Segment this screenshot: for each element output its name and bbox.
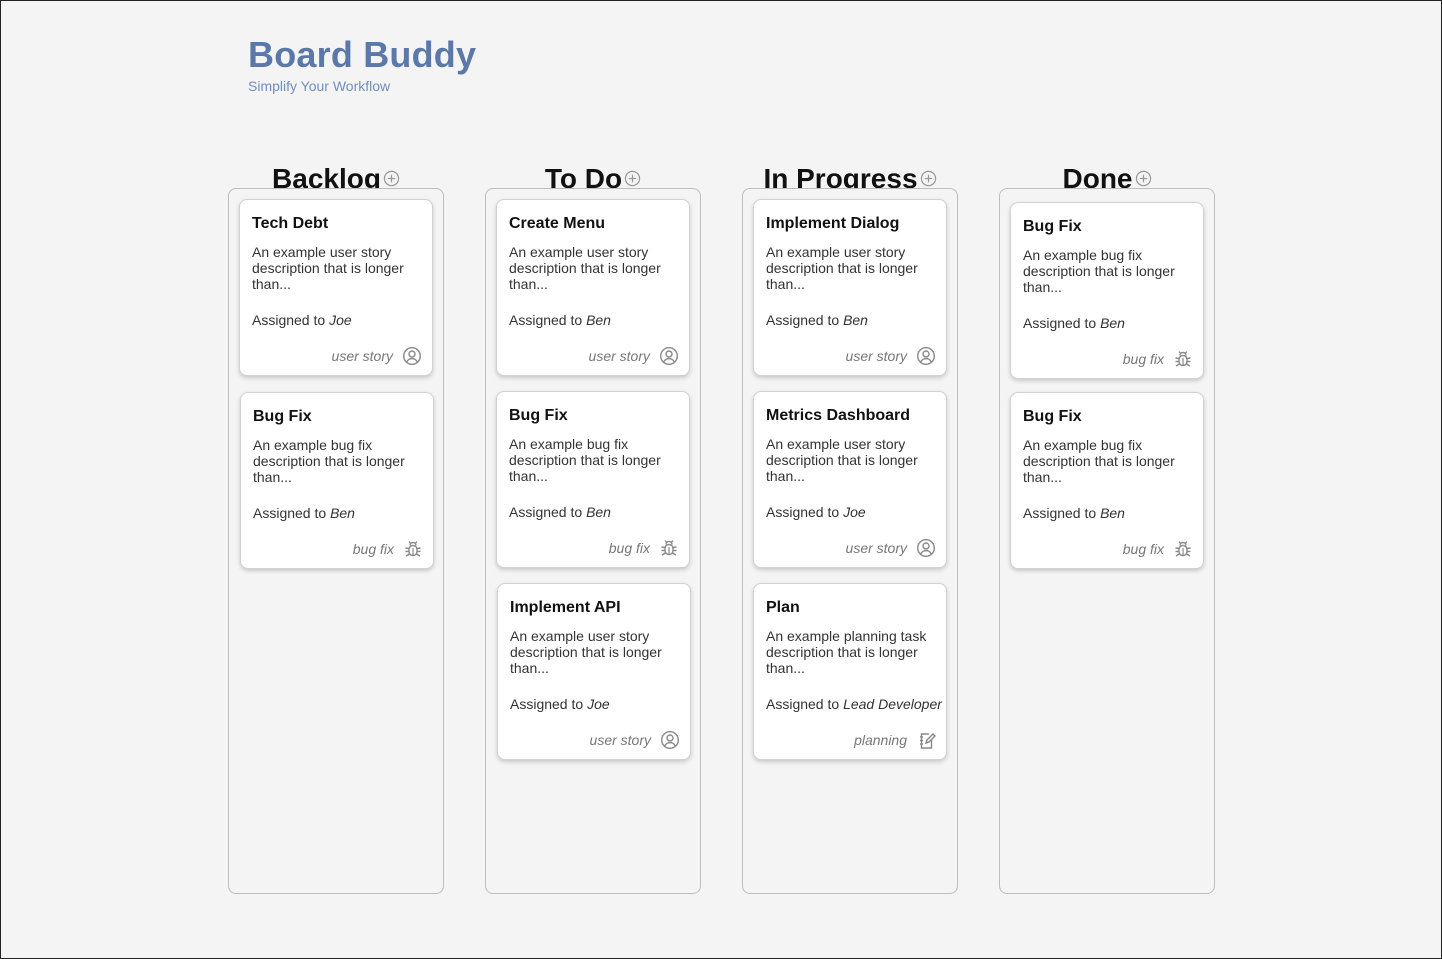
task-card[interactable]: Tech Debt An example user story descripti…	[239, 199, 433, 376]
task-card[interactable]: Bug Fix An example bug fix description th…	[240, 392, 434, 569]
card-type-label: user story	[331, 348, 393, 364]
task-card[interactable]: Create Menu An example user story descrip…	[496, 199, 690, 376]
user-story-icon	[916, 346, 936, 366]
card-type-label: bug fix	[608, 540, 650, 556]
card-type-label: user story	[589, 732, 651, 748]
card-title: Bug Fix	[1023, 218, 1082, 235]
assignee-name: Ben	[586, 504, 611, 520]
column-to-do: Create Menu An example user story descrip…	[485, 188, 701, 894]
task-card[interactable]: Bug Fix An example bug fix description th…	[496, 391, 690, 568]
card-assignment: Assigned to Ben	[766, 312, 934, 328]
card-title: Implement Dialog	[766, 215, 900, 232]
card-title: Tech Debt	[252, 215, 329, 232]
planning-icon	[916, 730, 936, 750]
assignee-name: Joe	[587, 696, 610, 712]
card-description: An example bug fix description that is l…	[509, 436, 661, 484]
assigned-label: Assigned to	[1023, 315, 1097, 331]
assignee-name: Ben	[586, 312, 611, 328]
column-backlog: Tech Debt An example user story descripti…	[228, 188, 444, 894]
column-done: Bug Fix An example bug fix description th…	[999, 188, 1215, 894]
assigned-label: Assigned to	[766, 312, 840, 328]
task-card[interactable]: Metrics Dashboard An example user story d…	[753, 391, 947, 568]
column-in-progress: Implement Dialog An example user story de…	[742, 188, 958, 894]
card-title: Bug Fix	[253, 408, 312, 425]
card-type-label: user story	[588, 348, 650, 364]
bug-icon	[1173, 349, 1193, 369]
user-story-icon	[402, 346, 422, 366]
card-description: An example user story description that i…	[509, 244, 661, 292]
bug-icon	[403, 539, 423, 559]
user-story-icon	[660, 730, 680, 750]
card-assignment: Assigned to Lead Developer	[766, 696, 942, 712]
app-subtitle: Simplify Your Workflow	[248, 78, 391, 94]
assigned-label: Assigned to	[509, 312, 583, 328]
card-assignment: Assigned to Joe	[252, 312, 420, 328]
assignee-name: Ben	[843, 312, 868, 328]
card-description: An example user story description that i…	[252, 244, 404, 292]
card-assignment: Assigned to Ben	[509, 312, 677, 328]
card-type: bug fix	[353, 539, 423, 559]
card-assignment: Assigned to Ben	[1023, 315, 1191, 331]
bug-icon	[1173, 539, 1193, 559]
assignee-name: Ben	[1100, 505, 1125, 521]
card-type-label: bug fix	[1122, 541, 1164, 557]
card-type-label: user story	[845, 540, 907, 556]
card-assignment: Assigned to Joe	[766, 504, 934, 520]
card-title: Plan	[766, 599, 800, 616]
assignee-name: Joe	[843, 504, 866, 520]
card-type: bug fix	[609, 538, 679, 558]
card-description: An example planning task description tha…	[766, 628, 927, 676]
assignee-name: Lead Developer	[843, 696, 942, 712]
card-type: planning	[854, 730, 936, 750]
card-type: user story	[846, 538, 936, 558]
card-description: An example user story description that i…	[510, 628, 662, 676]
card-title: Implement API	[510, 599, 621, 616]
task-card[interactable]: Plan An example planning task description…	[753, 583, 947, 760]
card-type: user story	[589, 346, 679, 366]
app-title: Board Buddy	[248, 34, 477, 75]
card-assignment: Assigned to Ben	[509, 504, 677, 520]
user-story-icon	[916, 538, 936, 558]
assigned-label: Assigned to	[1023, 505, 1097, 521]
assigned-label: Assigned to	[252, 312, 326, 328]
assignee-name: Ben	[330, 505, 355, 521]
user-story-icon	[659, 346, 679, 366]
card-title: Bug Fix	[509, 407, 568, 424]
card-title: Bug Fix	[1023, 408, 1082, 425]
task-card[interactable]: Implement API An example user story descr…	[497, 583, 691, 760]
assigned-label: Assigned to	[253, 505, 327, 521]
assigned-label: Assigned to	[766, 504, 840, 520]
card-assignment: Assigned to Ben	[1023, 505, 1191, 521]
assigned-label: Assigned to	[509, 504, 583, 520]
brand: Board Buddy Simplify Your Workflow	[248, 34, 476, 94]
assigned-label: Assigned to	[766, 696, 840, 712]
assignee-name: Ben	[1100, 315, 1125, 331]
card-description: An example user story description that i…	[766, 436, 918, 484]
task-card[interactable]: Bug Fix An example bug fix description th…	[1010, 392, 1204, 569]
card-description: An example user story description that i…	[766, 244, 918, 292]
bug-icon	[659, 538, 679, 558]
task-card[interactable]: Bug Fix An example bug fix description th…	[1010, 202, 1204, 379]
assigned-label: Assigned to	[510, 696, 584, 712]
card-description: An example bug fix description that is l…	[1023, 437, 1175, 485]
card-type-label: user story	[845, 348, 907, 364]
card-assignment: Assigned to Joe	[510, 696, 678, 712]
card-title: Create Menu	[509, 215, 606, 232]
card-type: user story	[846, 346, 936, 366]
card-type: bug fix	[1123, 539, 1193, 559]
card-type-label: planning	[854, 732, 907, 748]
card-type: user story	[590, 730, 680, 750]
card-title: Metrics Dashboard	[766, 407, 911, 424]
assignee-name: Joe	[329, 312, 352, 328]
card-type: bug fix	[1123, 349, 1193, 369]
card-type: user story	[332, 346, 422, 366]
card-assignment: Assigned to Ben	[253, 505, 421, 521]
card-type-label: bug fix	[352, 541, 394, 557]
card-type-label: bug fix	[1122, 351, 1164, 367]
card-description: An example bug fix description that is l…	[1023, 247, 1175, 295]
card-description: An example bug fix description that is l…	[253, 437, 405, 485]
task-card[interactable]: Implement Dialog An example user story de…	[753, 199, 947, 376]
